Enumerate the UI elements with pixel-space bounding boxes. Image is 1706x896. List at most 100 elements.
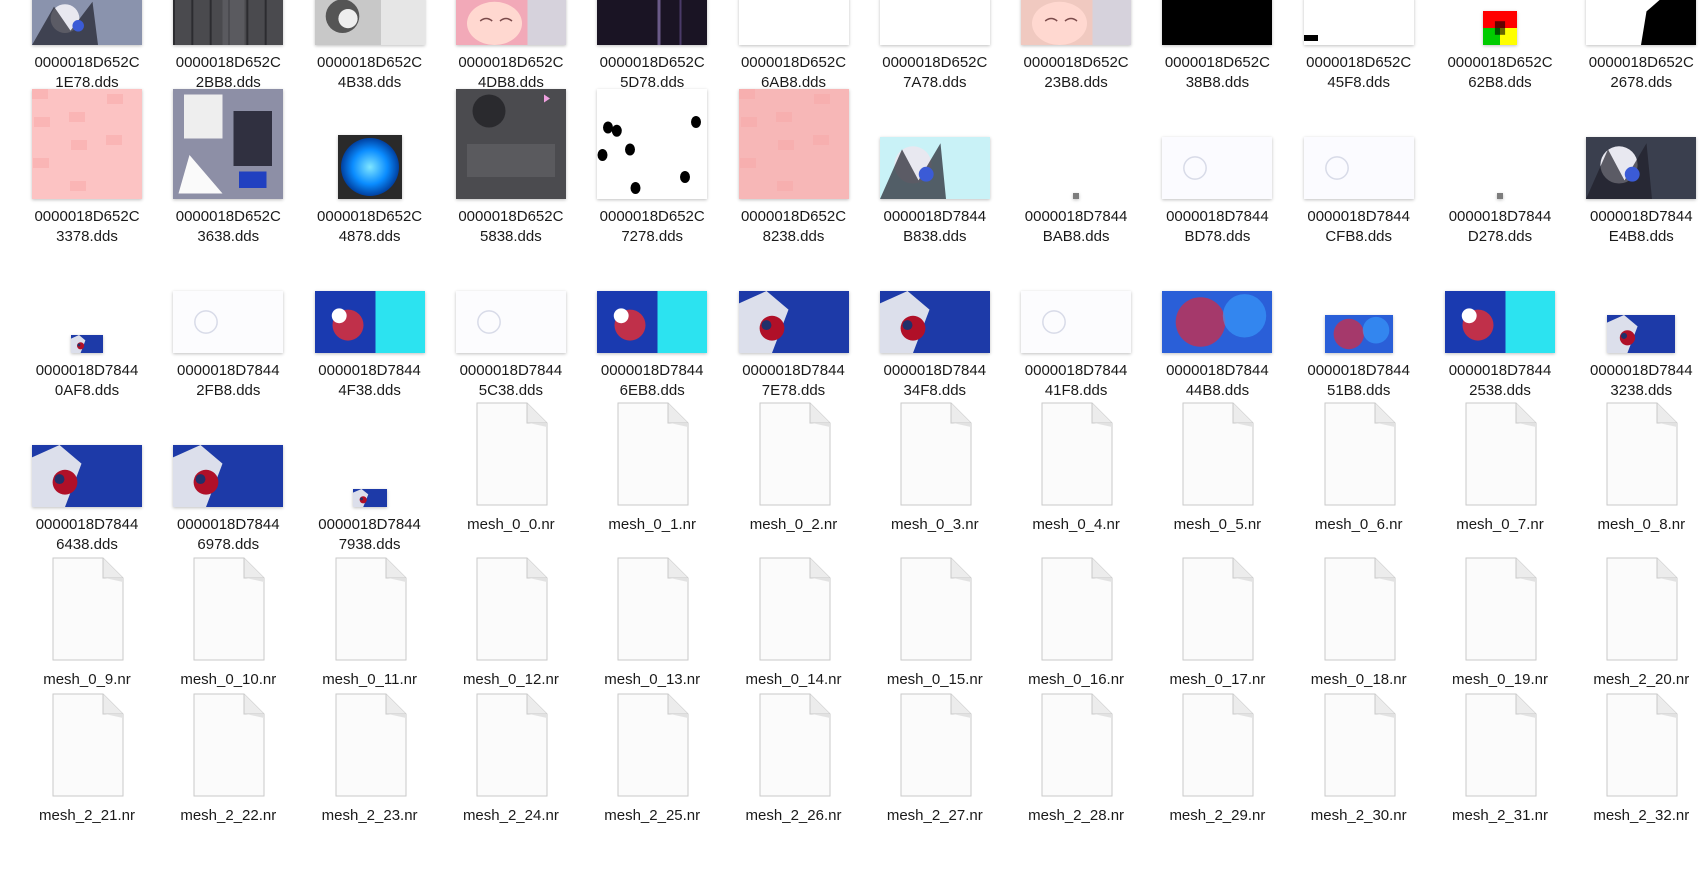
file-item-image[interactable]: 0000018D7844 2FB8.dds: [158, 245, 298, 401]
file-item-image[interactable]: 0000018D7844 4F38.dds: [300, 245, 440, 401]
thumbnail-frame: [1440, 0, 1560, 45]
file-item-image[interactable]: 0000018D652C 5838.dds: [441, 89, 581, 247]
thumbnail-blue-sphere: [337, 135, 402, 199]
file-item[interactable]: mesh_0_6.nr: [1289, 397, 1429, 535]
file-item[interactable]: mesh_0_10.nr: [158, 552, 298, 690]
file-item[interactable]: mesh_0_2.nr: [724, 397, 864, 535]
file-item-image[interactable]: 0000018D652C 4878.dds: [300, 91, 440, 247]
thumbnail-frame: [1581, 245, 1701, 353]
file-item[interactable]: mesh_0_4.nr: [1006, 397, 1146, 535]
file-item-image[interactable]: 0000018D7844 CFB8.dds: [1289, 91, 1429, 247]
file-item-image[interactable]: 0000018D652C 45F8.dds: [1289, 0, 1429, 93]
file-name-label: mesh_2_32.nr: [1593, 807, 1690, 824]
file-name-label: 0000018D7844 CFB8.dds: [1307, 208, 1410, 245]
thumbnail-frame: [27, 399, 147, 507]
thumbnail-frame: [451, 0, 571, 45]
file-item[interactable]: mesh_2_27.nr: [865, 688, 1005, 826]
file-name-label: 0000018D7844 E4B8.dds: [1589, 208, 1693, 245]
file-item-image[interactable]: 0000018D7844 6438.dds: [17, 399, 157, 555]
file-item-image[interactable]: 0000018D7844 BAB8.dds: [1006, 91, 1146, 247]
file-item[interactable]: mesh_2_29.nr: [1147, 688, 1287, 826]
file-item[interactable]: mesh_0_19.nr: [1430, 552, 1570, 690]
file-item-image[interactable]: 0000018D7844 0AF8.dds: [17, 245, 157, 401]
file-name-label: mesh_0_7.nr: [1456, 516, 1544, 533]
file-item[interactable]: mesh_0_7.nr: [1430, 397, 1570, 535]
file-item[interactable]: mesh_0_17.nr: [1147, 552, 1287, 690]
file-item[interactable]: mesh_0_13.nr: [582, 552, 722, 690]
file-item-image[interactable]: 0000018D652C 4DB8.dds: [441, 0, 581, 93]
file-icon-frame: [1581, 552, 1701, 662]
file-item[interactable]: mesh_0_0.nr: [441, 397, 581, 535]
file-item[interactable]: mesh_2_21.nr: [17, 688, 157, 826]
file-item[interactable]: mesh_2_20.nr: [1571, 552, 1706, 690]
thumbnail-frame: [1299, 0, 1419, 45]
file-name-label: 0000018D7844 2FB8.dds: [176, 362, 280, 399]
file-item[interactable]: mesh_0_9.nr: [17, 552, 157, 690]
thumbnail-frame: [168, 0, 288, 45]
file-item-image[interactable]: 0000018D7844 D278.dds: [1430, 91, 1570, 247]
file-item-image[interactable]: 0000018D7844 34F8.dds: [865, 245, 1005, 401]
file-name-label: 0000018D7844 44B8.dds: [1166, 362, 1269, 399]
file-item[interactable]: mesh_0_16.nr: [1006, 552, 1146, 690]
file-item-image[interactable]: 0000018D652C 6AB8.dds: [724, 0, 864, 93]
file-item-image[interactable]: 0000018D652C 38B8.dds: [1147, 0, 1287, 93]
file-item[interactable]: mesh_2_25.nr: [582, 688, 722, 826]
file-item-image[interactable]: 0000018D652C 62B8.dds: [1430, 0, 1570, 93]
file-item-image[interactable]: 0000018D652C 1E78.dds: [17, 0, 157, 93]
file-name-label: mesh_0_8.nr: [1597, 516, 1686, 533]
file-item-image[interactable]: 0000018D652C 23B8.dds: [1006, 0, 1146, 93]
file-item[interactable]: mesh_0_18.nr: [1289, 552, 1429, 690]
file-item-image[interactable]: 0000018D7844 E4B8.dds: [1571, 91, 1706, 247]
file-name-label: 0000018D652C 2678.dds: [1588, 54, 1694, 91]
file-item-image[interactable]: 0000018D7844 44B8.dds: [1147, 245, 1287, 401]
file-item-image[interactable]: 0000018D7844 51B8.dds: [1289, 245, 1429, 401]
file-item[interactable]: mesh_0_3.nr: [865, 397, 1005, 535]
file-item-image[interactable]: 0000018D7844 2538.dds: [1430, 245, 1570, 401]
file-item[interactable]: mesh_2_31.nr: [1430, 688, 1570, 826]
file-item-image[interactable]: 0000018D652C 7A78.dds: [865, 0, 1005, 93]
file-icon-frame: [1299, 552, 1419, 662]
file-item-image[interactable]: 0000018D652C 7278.dds: [582, 89, 722, 247]
file-item-image[interactable]: 0000018D7844 5C38.dds: [441, 245, 581, 401]
file-name-label: mesh_2_27.nr: [886, 807, 983, 824]
file-name-label: 0000018D652C 5838.dds: [458, 208, 564, 245]
file-item-image[interactable]: 0000018D652C 3638.dds: [158, 89, 298, 247]
file-item[interactable]: mesh_2_26.nr: [724, 688, 864, 826]
file-item-image[interactable]: 0000018D7844 6978.dds: [158, 399, 298, 555]
file-item[interactable]: mesh_2_23.nr: [300, 688, 440, 826]
file-item[interactable]: mesh_0_5.nr: [1147, 397, 1287, 535]
file-item[interactable]: mesh_2_24.nr: [441, 688, 581, 826]
file-item-image[interactable]: 0000018D652C 3378.dds: [17, 89, 157, 247]
file-item-image[interactable]: 0000018D652C 2BB8.dds: [158, 0, 298, 93]
file-item[interactable]: mesh_2_32.nr: [1571, 688, 1706, 826]
file-item-image[interactable]: 0000018D652C 8238.dds: [724, 89, 864, 247]
file-item-image[interactable]: 0000018D7844 3238.dds: [1571, 245, 1706, 401]
file-name-label: mesh_2_28.nr: [1028, 807, 1125, 824]
thumbnail-frame: [168, 89, 288, 199]
file-item-image[interactable]: 0000018D652C 2678.dds: [1571, 0, 1706, 93]
file-item-image[interactable]: 0000018D7844 7938.dds: [300, 399, 440, 555]
blank-file-icon: [1606, 557, 1678, 661]
file-item[interactable]: mesh_0_11.nr: [300, 552, 440, 690]
thumbnail-cyan-blue-blur: [597, 291, 708, 353]
thumbnail-armor-texture: [173, 89, 284, 199]
file-item[interactable]: mesh_0_8.nr: [1571, 397, 1706, 535]
file-item-image[interactable]: 0000018D7844 41F8.dds: [1006, 245, 1146, 401]
file-item[interactable]: mesh_2_28.nr: [1006, 688, 1146, 826]
thumbnail-frame: [451, 245, 571, 353]
file-item[interactable]: mesh_2_22.nr: [158, 688, 298, 826]
blank-file-icon: [476, 402, 548, 506]
file-item[interactable]: mesh_2_30.nr: [1289, 688, 1429, 826]
file-item-image[interactable]: 0000018D652C 5D78.dds: [582, 0, 722, 93]
thumbnail-character-on-dark: [1586, 137, 1697, 199]
file-item-image[interactable]: 0000018D7844 BD78.dds: [1147, 91, 1287, 247]
file-item-image[interactable]: 0000018D7844 B838.dds: [865, 91, 1005, 247]
blank-file-icon: [52, 693, 124, 797]
file-item[interactable]: mesh_0_1.nr: [582, 397, 722, 535]
file-item-image[interactable]: 0000018D7844 6EB8.dds: [582, 245, 722, 401]
file-item-image[interactable]: 0000018D7844 7E78.dds: [724, 245, 864, 401]
file-item-image[interactable]: 0000018D652C 4B38.dds: [300, 0, 440, 93]
file-item[interactable]: mesh_0_15.nr: [865, 552, 1005, 690]
file-item[interactable]: mesh_0_12.nr: [441, 552, 581, 690]
file-item[interactable]: mesh_0_14.nr: [724, 552, 864, 690]
